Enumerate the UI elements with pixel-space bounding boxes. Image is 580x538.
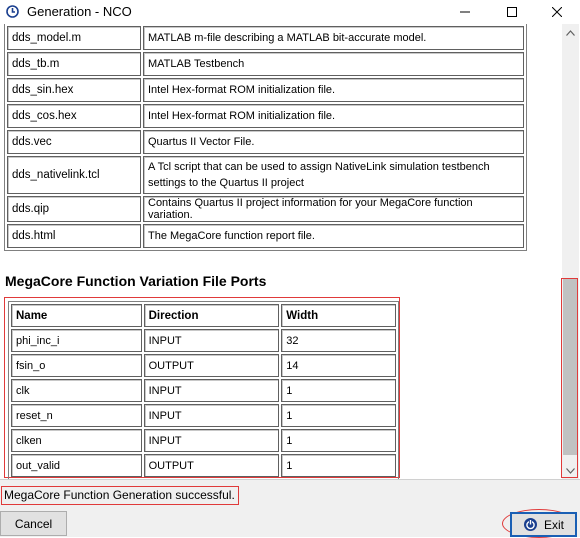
close-icon [552, 7, 562, 17]
port-name-cell: fsin_o [11, 354, 142, 377]
port-width-cell: 1 [281, 454, 396, 477]
status-bar: MegaCore Function Generation successful. [0, 479, 580, 508]
file-name-cell: dds_sin.hex [7, 78, 141, 102]
file-description-cell: The MegaCore function report file. [143, 224, 524, 248]
file-name-cell: dds_cos.hex [7, 104, 141, 128]
maximize-icon [507, 7, 517, 17]
table-row: dds_sin.hex Intel Hex-format ROM initial… [7, 78, 524, 102]
title-bar: Generation - NCO [0, 0, 580, 24]
port-direction-cell: INPUT [143, 404, 280, 427]
port-direction-cell: INPUT [143, 379, 280, 402]
port-direction-cell: INPUT [143, 429, 280, 452]
port-width-cell: 14 [281, 354, 396, 377]
port-name-cell: reset_n [11, 404, 142, 427]
file-name-cell: dds.qip [7, 196, 141, 222]
port-direction-cell: INPUT [143, 329, 280, 352]
port-width-cell: 32 [281, 329, 396, 352]
table-row: dds.html The MegaCore function report fi… [7, 224, 524, 248]
minimize-button[interactable] [442, 0, 488, 24]
port-name-cell: phi_inc_i [11, 329, 142, 352]
table-row: phi_inc_i INPUT 32 [11, 329, 396, 352]
table-row: dds_nativelink.tcl A Tcl script that can… [7, 156, 524, 194]
table-row: fsin_o OUTPUT 14 [11, 354, 396, 377]
table-row: dds.vec Quartus II Vector File. [7, 130, 524, 154]
table-row: clk INPUT 1 [11, 379, 396, 402]
close-button[interactable] [534, 0, 580, 24]
vertical-scrollbar[interactable] [561, 24, 579, 479]
table-row: clken INPUT 1 [11, 429, 396, 452]
table-row: dds_model.m MATLAB m-file describing a M… [7, 26, 524, 50]
ports-highlight-frame: Name Direction Width phi_inc_i INPUT 32 … [4, 297, 400, 479]
file-description-cell: MATLAB m-file describing a MATLAB bit-ac… [143, 26, 524, 50]
port-width-cell: 1 [281, 429, 396, 452]
ports-table: Name Direction Width phi_inc_i INPUT 32 … [8, 301, 399, 479]
table-row: reset_n INPUT 1 [11, 404, 396, 427]
table-row: dds_cos.hex Intel Hex-format ROM initial… [7, 104, 524, 128]
table-row: out_valid OUTPUT 1 [11, 454, 396, 477]
file-description-cell: A Tcl script that can be used to assign … [143, 156, 524, 194]
file-name-cell: dds_model.m [7, 26, 141, 50]
file-description-cell: Contains Quartus II project information … [143, 196, 524, 222]
port-direction-cell: OUTPUT [143, 454, 280, 477]
file-name-cell: dds_tb.m [7, 52, 141, 76]
scroll-up-button[interactable] [562, 24, 579, 41]
port-width-cell: 1 [281, 404, 396, 427]
port-name-cell: clken [11, 429, 142, 452]
port-direction-cell: OUTPUT [143, 354, 280, 377]
maximize-button[interactable] [489, 0, 535, 24]
chevron-up-icon [566, 29, 575, 36]
status-message: MegaCore Function Generation successful. [1, 486, 239, 505]
report-content: dds_model.m MATLAB m-file describing a M… [0, 24, 562, 479]
exit-button[interactable]: Exit [510, 512, 577, 537]
cancel-button[interactable]: Cancel [0, 511, 67, 536]
file-description-cell: MATLAB Testbench [143, 52, 524, 76]
app-icon [6, 5, 19, 18]
ports-header-row: Name Direction Width [11, 304, 396, 327]
port-name-cell: clk [11, 379, 142, 402]
window-title: Generation - NCO [27, 4, 132, 19]
ports-section-title: MegaCore Function Variation File Ports [5, 273, 267, 289]
generated-files-table: dds_model.m MATLAB m-file describing a M… [4, 24, 527, 251]
table-row: dds.qip Contains Quartus II project info… [7, 196, 524, 222]
file-name-cell: dds_nativelink.tcl [7, 156, 141, 194]
port-width-cell: 1 [281, 379, 396, 402]
scrollbar-highlight-frame [561, 278, 578, 478]
column-header-width: Width [281, 304, 396, 327]
port-name-cell: out_valid [11, 454, 142, 477]
scroll-down-button[interactable] [562, 462, 579, 479]
column-header-name: Name [11, 304, 142, 327]
column-header-direction: Direction [143, 304, 280, 327]
button-bar: Cancel Exit [0, 507, 580, 538]
file-description-cell: Quartus II Vector File. [143, 130, 524, 154]
exit-button-label: Exit [543, 517, 564, 532]
file-name-cell: dds.vec [7, 130, 141, 154]
chevron-down-icon [566, 467, 575, 474]
file-description-cell: Intel Hex-format ROM initialization file… [143, 78, 524, 102]
file-description-cell: Intel Hex-format ROM initialization file… [143, 104, 524, 128]
power-icon [523, 518, 537, 531]
file-name-cell: dds.html [7, 224, 141, 248]
table-row: dds_tb.m MATLAB Testbench [7, 52, 524, 76]
minimize-icon [460, 11, 470, 13]
